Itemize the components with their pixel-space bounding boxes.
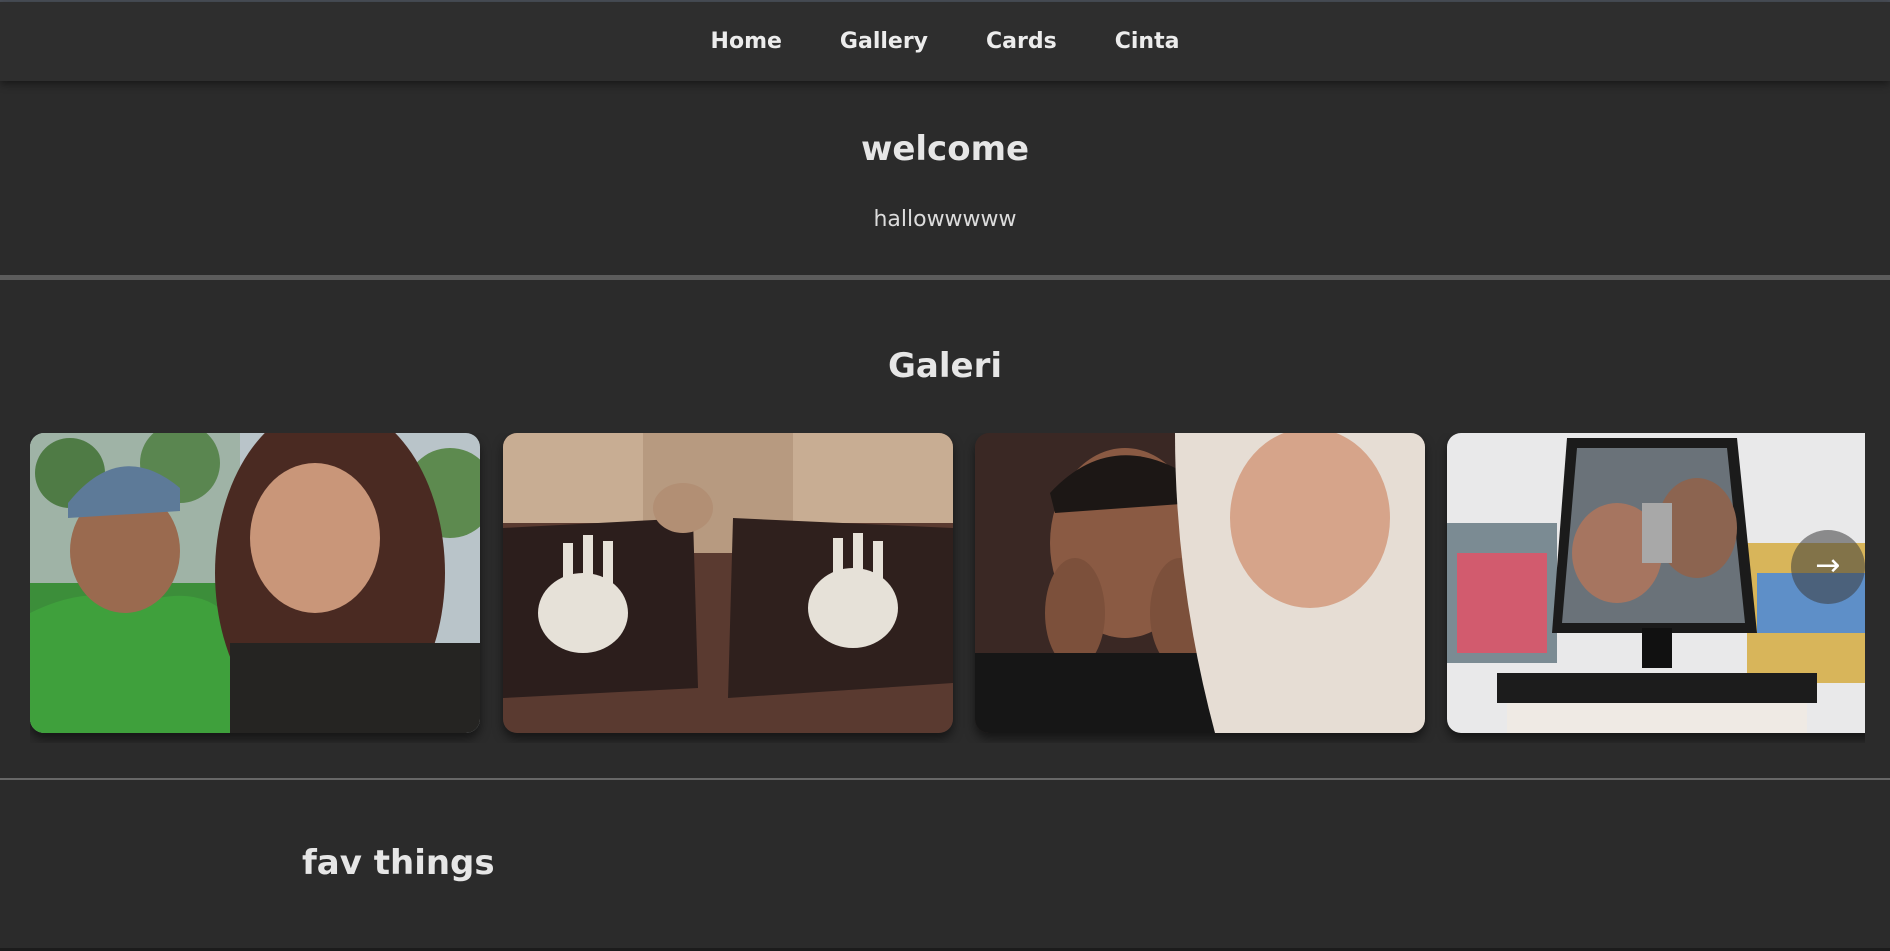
welcome-title: welcome: [860, 129, 1030, 169]
nav-home[interactable]: Home: [682, 29, 811, 54]
arrow-right-icon: →: [1815, 548, 1841, 583]
nav-cards[interactable]: Cards: [957, 29, 1086, 54]
gallery-photo-1[interactable]: [30, 433, 480, 733]
welcome-section: welcome hallowwwww: [0, 81, 1890, 275]
gallery-photo-2[interactable]: [503, 433, 953, 733]
fav-things-title: fav things: [302, 843, 495, 883]
navbar: Home Gallery Cards Cinta: [0, 2, 1890, 81]
nav-gallery[interactable]: Gallery: [811, 29, 957, 54]
section-divider-2: [0, 778, 1890, 780]
gallery-photo-3[interactable]: [975, 433, 1425, 733]
section-divider: [0, 275, 1890, 280]
nav-cinta[interactable]: Cinta: [1086, 29, 1209, 54]
slider-next-button[interactable]: →: [1791, 530, 1865, 604]
welcome-text: hallowwwww: [873, 207, 1017, 232]
gallery-title: Galeri: [888, 346, 1002, 386]
gallery-slider[interactable]: [30, 433, 1865, 743]
